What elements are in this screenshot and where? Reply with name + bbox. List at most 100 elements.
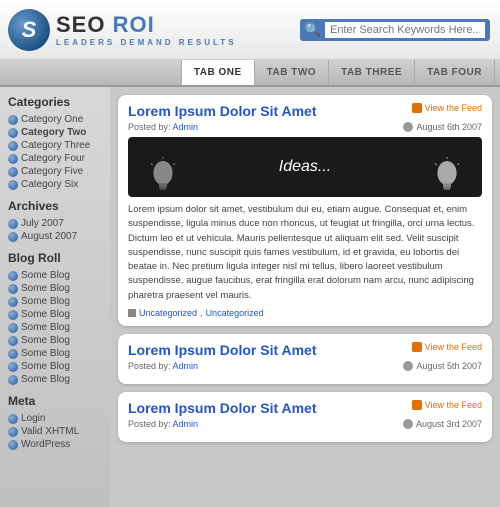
tab-two[interactable]: TAB TWO bbox=[255, 60, 329, 85]
posted-by-1: Posted by: Admin bbox=[128, 122, 198, 132]
bullet-icon bbox=[8, 310, 18, 320]
post-date-1: August 6th 2007 bbox=[403, 122, 482, 132]
bullet-icon bbox=[8, 375, 18, 385]
bullet-icon bbox=[8, 180, 18, 190]
logo-icon: S bbox=[8, 9, 50, 51]
post-image-1: Ideas... bbox=[128, 137, 482, 197]
post-date-2: August 5th 2007 bbox=[403, 361, 482, 371]
bullet-icon bbox=[8, 414, 18, 424]
posted-by-2: Posted by: Admin bbox=[128, 361, 198, 371]
post-feed-2[interactable]: View the Feed bbox=[412, 342, 482, 352]
content-area: Lorem Ipsum Dolor Sit Amet View the Feed… bbox=[110, 87, 500, 507]
author-link-1[interactable]: Admin bbox=[173, 122, 199, 132]
post-meta-3: Posted by: Admin August 3rd 2007 bbox=[128, 419, 482, 429]
post-meta-2: Posted by: Admin August 5th 2007 bbox=[128, 361, 482, 371]
bullet-icon bbox=[8, 141, 18, 151]
sidebar-item-xhtml[interactable]: Valid XHTML bbox=[8, 425, 102, 438]
post-header-1: Lorem Ipsum Dolor Sit Amet View the Feed bbox=[128, 103, 482, 119]
main-layout: Categories Category One Category Two Cat… bbox=[0, 87, 500, 507]
bullet-icon bbox=[8, 284, 18, 294]
logo-area: S SEO ROI Leaders Demand Results bbox=[8, 9, 237, 51]
bullet-icon bbox=[8, 323, 18, 333]
tab-three[interactable]: TAB THREE bbox=[329, 60, 415, 85]
logo-main-text: SEO ROI bbox=[56, 12, 237, 38]
logo-text: SEO ROI Leaders Demand Results bbox=[56, 12, 237, 47]
author-link-3[interactable]: Admin bbox=[173, 419, 199, 429]
bullet-icon bbox=[8, 167, 18, 177]
sidebar-item-blog9[interactable]: Some Blog bbox=[8, 373, 102, 386]
posted-by-3: Posted by: Admin bbox=[128, 419, 198, 429]
bullet-icon bbox=[8, 128, 18, 138]
tag-link-1b[interactable]: Uncategorized bbox=[206, 308, 264, 318]
feed-icon-3 bbox=[412, 400, 422, 410]
bullet-icon bbox=[8, 336, 18, 346]
sidebar-item-archive-july[interactable]: July 2007 bbox=[8, 217, 102, 230]
logo-roi: ROI bbox=[105, 12, 154, 37]
blogroll-title: Blog Roll bbox=[8, 251, 102, 265]
bullet-icon bbox=[8, 427, 18, 437]
post-title-3[interactable]: Lorem Ipsum Dolor Sit Amet bbox=[128, 400, 317, 416]
post-feed-1[interactable]: View the Feed bbox=[412, 103, 482, 113]
author-link-2[interactable]: Admin bbox=[173, 361, 199, 371]
sidebar-item-blog7[interactable]: Some Blog bbox=[8, 347, 102, 360]
post-feed-3[interactable]: View the Feed bbox=[412, 400, 482, 410]
sidebar-item-blog6[interactable]: Some Blog bbox=[8, 334, 102, 347]
post-card-3: Lorem Ipsum Dolor Sit Amet View the Feed… bbox=[118, 392, 492, 442]
post-title-2[interactable]: Lorem Ipsum Dolor Sit Amet bbox=[128, 342, 317, 358]
tag-icon-1 bbox=[128, 309, 136, 317]
bulb-right-svg bbox=[432, 157, 462, 197]
bullet-icon bbox=[8, 440, 18, 450]
categories-title: Categories bbox=[8, 95, 102, 109]
sidebar-item-cat6[interactable]: Category Six bbox=[8, 178, 102, 191]
sidebar-item-blog2[interactable]: Some Blog bbox=[8, 282, 102, 295]
sidebar-item-cat1[interactable]: Category One bbox=[8, 113, 102, 126]
post-date-3: August 3rd 2007 bbox=[403, 419, 482, 429]
meta-title: Meta bbox=[8, 394, 102, 408]
sidebar-item-blog3[interactable]: Some Blog bbox=[8, 295, 102, 308]
calendar-icon-1 bbox=[403, 122, 413, 132]
post-header-3: Lorem Ipsum Dolor Sit Amet View the Feed bbox=[128, 400, 482, 416]
header: S SEO ROI Leaders Demand Results 🔍 bbox=[0, 0, 500, 60]
sidebar-item-blog8[interactable]: Some Blog bbox=[8, 360, 102, 373]
calendar-icon-2 bbox=[403, 361, 413, 371]
bullet-icon bbox=[8, 297, 18, 307]
post-header-2: Lorem Ipsum Dolor Sit Amet View the Feed bbox=[128, 342, 482, 358]
nav-tabs: TAB ONE TAB TWO TAB THREE TAB FOUR bbox=[0, 60, 500, 87]
tag-link-1a[interactable]: Uncategorized bbox=[139, 308, 197, 318]
sidebar-item-archive-aug[interactable]: August 2007 bbox=[8, 230, 102, 243]
post-card-1: Lorem Ipsum Dolor Sit Amet View the Feed… bbox=[118, 95, 492, 326]
search-button[interactable]: 🔍 bbox=[305, 23, 321, 36]
bullet-icon bbox=[8, 362, 18, 372]
bullet-icon bbox=[8, 219, 18, 229]
sidebar-item-blog4[interactable]: Some Blog bbox=[8, 308, 102, 321]
sidebar-item-wordpress[interactable]: WordPress bbox=[8, 438, 102, 451]
tab-four[interactable]: TAB FOUR bbox=[415, 60, 495, 85]
bullet-icon bbox=[8, 154, 18, 164]
sidebar-item-cat5[interactable]: Category Five bbox=[8, 165, 102, 178]
sidebar-item-cat2[interactable]: Category Two bbox=[8, 126, 102, 139]
sidebar-item-blog5[interactable]: Some Blog bbox=[8, 321, 102, 334]
archives-title: Archives bbox=[8, 199, 102, 213]
post-title-1[interactable]: Lorem Ipsum Dolor Sit Amet bbox=[128, 103, 317, 119]
sidebar-item-blog1[interactable]: Some Blog bbox=[8, 269, 102, 282]
bullet-icon bbox=[8, 232, 18, 242]
sidebar-item-cat3[interactable]: Category Three bbox=[8, 139, 102, 152]
feed-icon-1 bbox=[412, 103, 422, 113]
search-input[interactable] bbox=[325, 22, 485, 38]
logo-tagline: Leaders Demand Results bbox=[56, 38, 237, 47]
post-body-1: Lorem ipsum dolor sit amet, vestibulum d… bbox=[128, 203, 482, 303]
post-card-2: Lorem Ipsum Dolor Sit Amet View the Feed… bbox=[118, 334, 492, 384]
tab-one[interactable]: TAB ONE bbox=[181, 60, 255, 85]
post-meta-1: Posted by: Admin August 6th 2007 bbox=[128, 122, 482, 132]
sidebar-item-cat4[interactable]: Category Four bbox=[8, 152, 102, 165]
bulb-left-svg bbox=[148, 157, 178, 197]
calendar-icon-3 bbox=[403, 419, 413, 429]
search-bar[interactable]: 🔍 bbox=[300, 19, 490, 41]
post-tags-1: Uncategorized , Uncategorized bbox=[128, 308, 482, 318]
bullet-icon bbox=[8, 115, 18, 125]
sidebar-item-login[interactable]: Login bbox=[8, 412, 102, 425]
logo-seo: SEO bbox=[56, 12, 105, 37]
ideas-text: Ideas... bbox=[279, 158, 331, 176]
bullet-icon bbox=[8, 349, 18, 359]
feed-icon-2 bbox=[412, 342, 422, 352]
